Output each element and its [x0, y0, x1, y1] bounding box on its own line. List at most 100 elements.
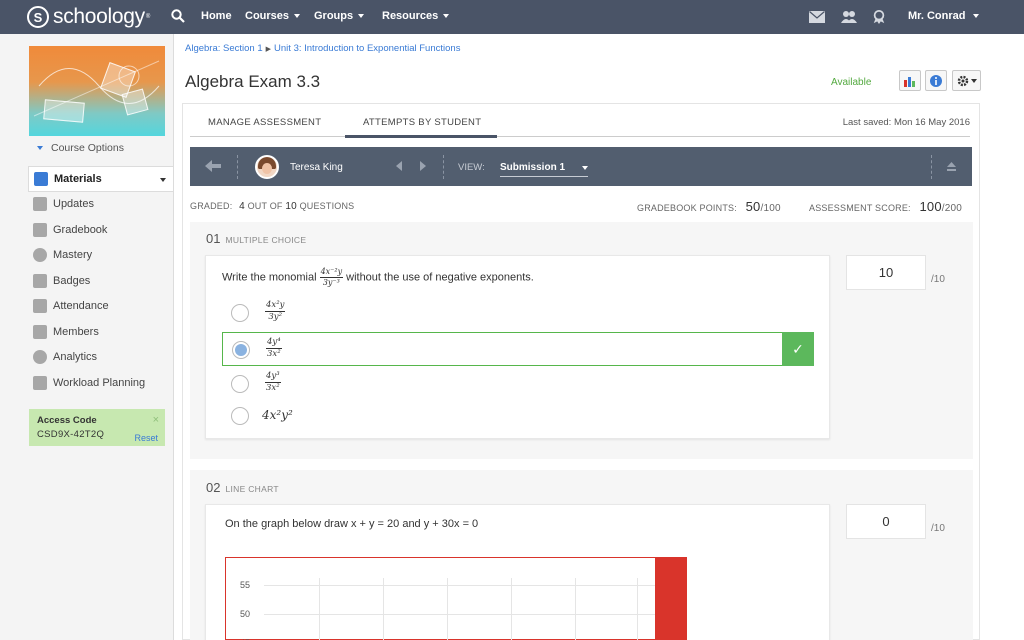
- graded-total: 10: [285, 201, 297, 212]
- question-number: 01 MULTIPLE CHOICE: [206, 231, 306, 246]
- fraction-numerator: 4y⁴: [266, 337, 282, 349]
- mail-icon[interactable]: [809, 10, 825, 24]
- members-icon: [33, 324, 47, 339]
- info-button[interactable]: [925, 70, 947, 91]
- answer-option[interactable]: 4x²y 3y²: [222, 296, 814, 330]
- connections-icon[interactable]: [841, 10, 857, 24]
- question-score-max: /10: [931, 523, 945, 534]
- nav-groups-label: Groups: [314, 10, 354, 22]
- sidebar-item-mastery[interactable]: Mastery: [28, 243, 174, 269]
- question-text-before: Write the monomial: [222, 271, 317, 284]
- sidebar-item-label: Analytics: [53, 351, 98, 364]
- correct-check-icon: ✓: [782, 332, 814, 366]
- access-code-title: Access Code: [37, 415, 97, 426]
- student-name[interactable]: Teresa King: [290, 162, 343, 173]
- gridline: [383, 578, 384, 640]
- fraction-denominator: 3x²: [266, 382, 280, 393]
- notifications-icon[interactable]: [871, 10, 887, 24]
- fraction-denominator: 3y⁻³: [322, 278, 340, 287]
- schoology-logo[interactable]: S schoology ®: [27, 5, 150, 29]
- access-code-reset-link[interactable]: Reset: [134, 433, 158, 443]
- assessment-score-max: /200: [941, 203, 963, 214]
- question-card: Write the monomial 4x⁻²y 3y⁻³ without the u…: [205, 255, 830, 439]
- radio-button[interactable]: [231, 407, 249, 425]
- question-text: Write the monomial 4x⁻²y 3y⁻³ without the u…: [222, 268, 534, 287]
- question-text: On the graph below draw x + y = 20 and y…: [225, 518, 479, 530]
- close-icon[interactable]: ×: [153, 414, 159, 426]
- sidebar-item-label: Badges: [53, 274, 91, 287]
- sidebar-item-label: Materials: [54, 172, 102, 185]
- nav-resources-menu[interactable]: Resources: [382, 10, 450, 22]
- answer-option-correct[interactable]: 4y⁴ 3x² ✓: [222, 332, 814, 366]
- assessment-score-label: ASSESSMENT SCORE:: [809, 203, 911, 213]
- answer-option[interactable]: 4y³ 3x²: [222, 367, 814, 401]
- next-student-icon[interactable]: [420, 161, 426, 171]
- sidebar-item-label: Members: [53, 325, 99, 338]
- divider: [931, 155, 932, 179]
- sidebar-item-analytics[interactable]: Analytics: [28, 345, 174, 371]
- gridline: [575, 578, 576, 640]
- back-arrow-icon[interactable]: [205, 160, 221, 172]
- divider: [237, 155, 238, 179]
- question-text-after: without the use of negative exponents.: [346, 271, 534, 284]
- fraction-numerator: 4x⁻²y: [319, 267, 344, 278]
- sidebar-item-badges[interactable]: Badges: [28, 268, 174, 294]
- gradebook-icon: [33, 222, 47, 237]
- sidebar-item-gradebook[interactable]: Gradebook: [28, 217, 174, 243]
- answer-option[interactable]: 4x²y²: [222, 399, 814, 433]
- breadcrumb-unit-link[interactable]: Unit 3: Introduction to Exponential Func…: [274, 43, 460, 54]
- radio-button-selected[interactable]: [232, 341, 250, 359]
- sidebar-item-workload-planning[interactable]: Workload Planning: [28, 370, 174, 396]
- gradebook-points-max: /100: [760, 203, 781, 214]
- course-options-toggle[interactable]: Course Options: [37, 142, 124, 154]
- question-score-input[interactable]: 10: [846, 255, 926, 290]
- last-saved-text: Last saved: Mon 16 May 2016: [842, 117, 970, 128]
- radio-button[interactable]: [231, 304, 249, 322]
- sidebar-item-materials[interactable]: Materials: [28, 166, 174, 192]
- question-score-max: /10: [931, 274, 945, 285]
- sidebar-item-attendance[interactable]: Attendance: [28, 294, 174, 320]
- sidebar-item-updates[interactable]: Updates: [28, 192, 174, 218]
- option-fraction: 4x²y 3y²: [265, 301, 286, 322]
- sidebar-item-label: Attendance: [53, 300, 109, 313]
- collapse-icon[interactable]: [947, 162, 956, 171]
- tab-manage-assessment[interactable]: MANAGE ASSESSMENT: [208, 117, 321, 128]
- graded-count: 4: [239, 201, 245, 212]
- graded-of: OUT OF: [247, 201, 283, 211]
- gear-icon: [957, 75, 968, 86]
- user-menu[interactable]: Mr. Conrad: [908, 10, 980, 22]
- submission-select[interactable]: Submission 1: [500, 162, 588, 177]
- chevron-down-icon[interactable]: [160, 178, 166, 182]
- settings-button[interactable]: [952, 70, 981, 91]
- badges-icon: [33, 273, 47, 288]
- gridline: [637, 578, 638, 640]
- user-name: Mr. Conrad: [908, 10, 966, 22]
- fraction-denominator: 3y²: [268, 311, 283, 322]
- question-score-input[interactable]: 0: [846, 504, 926, 539]
- gridline: [511, 578, 512, 640]
- nav-home-link[interactable]: Home: [201, 10, 232, 22]
- statistics-button[interactable]: [899, 70, 921, 91]
- student-navigation-bar: Teresa King VIEW: Submission 1: [190, 147, 972, 186]
- nav-groups-menu[interactable]: Groups: [314, 10, 365, 22]
- access-code-box: Access Code CSD9X-42T2Q × Reset: [29, 409, 165, 446]
- sidebar-item-members[interactable]: Members: [28, 319, 174, 345]
- nav-courses-menu[interactable]: Courses: [245, 10, 301, 22]
- y-tick-label: 50: [240, 609, 251, 619]
- avatar: [255, 155, 279, 179]
- radio-button[interactable]: [231, 375, 249, 393]
- question-type: LINE CHART: [225, 484, 279, 494]
- gridline: [264, 614, 656, 615]
- previous-student-icon[interactable]: [396, 161, 402, 171]
- chevron-down-icon: [358, 14, 365, 19]
- sidebar-item-label: Updates: [53, 198, 94, 211]
- gradebook-points-value: 50: [745, 199, 761, 214]
- caret-down-icon: [37, 146, 43, 151]
- breadcrumb-course-link[interactable]: Algebra: Section 1: [185, 43, 263, 54]
- search-icon[interactable]: [171, 9, 185, 23]
- materials-icon: [34, 171, 48, 186]
- fraction-denominator: 3x²: [267, 348, 281, 359]
- breadcrumb: Algebra: Section 1 ▶ Unit 3: Introduction …: [185, 43, 460, 54]
- tab-attempts-by-student[interactable]: ATTEMPTS BY STUDENT: [345, 117, 498, 138]
- line-chart-canvas[interactable]: 55 50 45: [225, 557, 687, 640]
